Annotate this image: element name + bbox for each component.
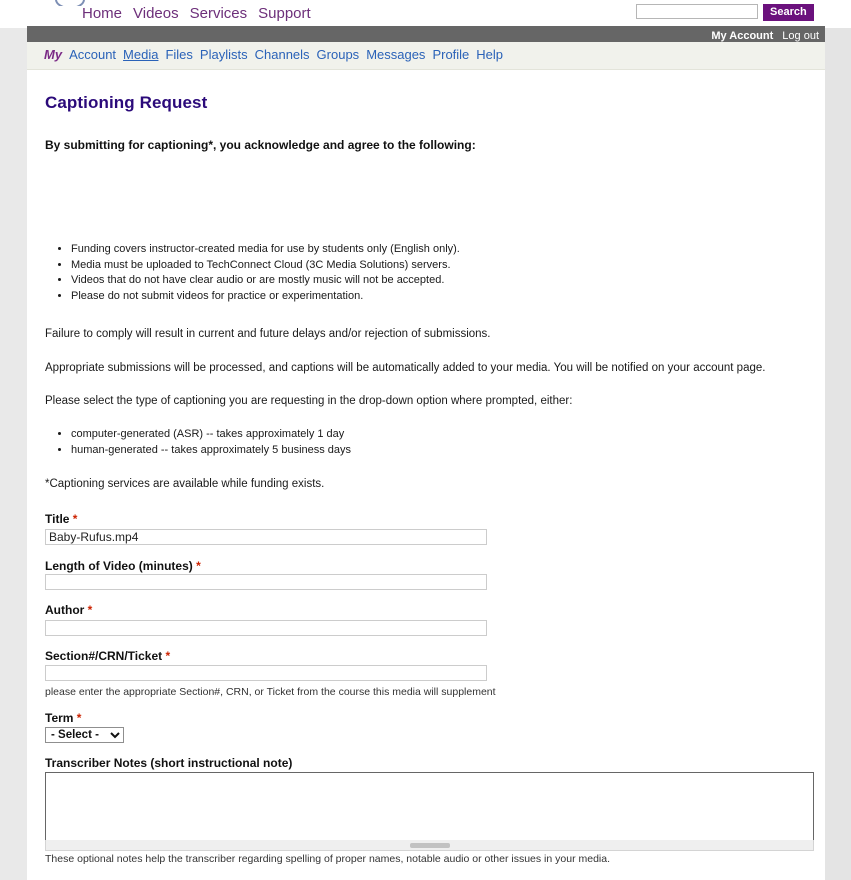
sidebar-item-playlists[interactable]: Playlists: [200, 47, 248, 62]
sidebar-item-profile[interactable]: Profile: [432, 47, 469, 62]
textarea-scrollbar[interactable]: [45, 840, 814, 851]
sidebar-item-media[interactable]: Media: [123, 47, 158, 62]
required-marker: *: [87, 603, 93, 617]
my-prefix-label: My: [44, 47, 63, 62]
length-input[interactable]: [45, 574, 487, 590]
caption-options-list: computer-generated (ASR) -- takes approx…: [45, 428, 351, 459]
notes-label: Transcriber Notes (short instructional n…: [45, 756, 292, 770]
my-account-link[interactable]: My Account: [711, 30, 773, 42]
account-strip: My Account Log out: [27, 26, 825, 42]
search-button[interactable]: Search: [763, 4, 814, 21]
funding-footnote: *Captioning services are available while…: [45, 478, 325, 490]
term-label: Term *: [45, 711, 81, 725]
terms-list: Funding covers instructor-created media …: [45, 243, 460, 305]
term-select[interactable]: - Select -: [45, 727, 124, 743]
section-label: Section#/CRN/Ticket *: [45, 649, 170, 663]
length-label: Length of Video (minutes) *: [45, 559, 201, 573]
search-input[interactable]: [636, 4, 758, 19]
appropriate-paragraph: Appropriate submissions will be processe…: [45, 362, 766, 374]
transcriber-notes-textarea[interactable]: [45, 772, 814, 845]
title-label-text: Title: [45, 512, 70, 526]
notes-hint: These optional notes help the transcribe…: [45, 853, 611, 865]
my-section-nav: My Account Media Files Playlists Channels Grou…: [27, 42, 825, 70]
section-label-text: Section#/CRN/Ticket: [45, 649, 163, 663]
content-panel: Captioning Request By submitting for cap…: [27, 70, 825, 880]
notes-label-text: Transcriber Notes (short instructional n…: [45, 756, 293, 770]
global-nav-videos[interactable]: Videos: [133, 5, 179, 22]
required-marker: *: [72, 512, 78, 526]
sidebar-item-files[interactable]: Files: [165, 47, 192, 62]
author-label-text: Author: [45, 603, 85, 617]
required-marker: *: [165, 649, 171, 663]
required-marker: *: [76, 711, 82, 725]
list-item: human-generated -- takes approximately 5…: [71, 444, 351, 456]
list-item: Please do not submit videos for practice…: [71, 290, 460, 302]
title-label: Title *: [45, 512, 77, 526]
sidebar-item-channels[interactable]: Channels: [255, 47, 310, 62]
list-item: Videos that do not have clear audio or a…: [71, 274, 460, 286]
author-input[interactable]: [45, 620, 487, 636]
scrollbar-thumb[interactable]: [409, 843, 450, 848]
list-item: computer-generated (ASR) -- takes approx…: [71, 428, 351, 440]
author-label: Author *: [45, 603, 92, 617]
title-input[interactable]: [45, 529, 487, 545]
global-nav: Home Videos Services Support: [82, 5, 322, 22]
sidebar-item-help[interactable]: Help: [476, 47, 503, 62]
global-nav-services[interactable]: Services: [190, 5, 248, 22]
sidebar-item-account[interactable]: Account: [69, 47, 116, 62]
section-input[interactable]: [45, 665, 487, 681]
list-item: Funding covers instructor-created media …: [71, 243, 460, 255]
global-nav-support[interactable]: Support: [258, 5, 311, 22]
length-label-text: Length of Video (minutes): [45, 559, 193, 573]
my-section-nav-items: My Account Media Files Playlists Channels Grou…: [44, 47, 510, 62]
list-item: Media must be uploaded to TechConnect Cl…: [71, 259, 460, 271]
page-title: Captioning Request: [45, 93, 208, 112]
sidebar-item-messages[interactable]: Messages: [366, 47, 425, 62]
required-marker: *: [196, 559, 201, 573]
log-out-link[interactable]: Log out: [782, 30, 819, 42]
global-topbar: TechConnect HomeVideosServicesSupport Se…: [0, 0, 851, 28]
sidebar-item-groups[interactable]: Groups: [317, 47, 360, 62]
global-nav-home[interactable]: Home: [82, 5, 122, 22]
select-type-paragraph: Please select the type of captioning you…: [45, 395, 573, 407]
agreement-intro: By submitting for captioning*, you ackno…: [45, 138, 476, 152]
section-hint: please enter the appropriate Section#, C…: [45, 686, 496, 698]
term-label-text: Term: [45, 711, 74, 725]
failure-paragraph: Failure to comply will result in current…: [45, 328, 491, 340]
logo-oval-icon: [55, 0, 85, 6]
page-root: TechConnect HomeVideosServicesSupport Se…: [0, 0, 851, 880]
